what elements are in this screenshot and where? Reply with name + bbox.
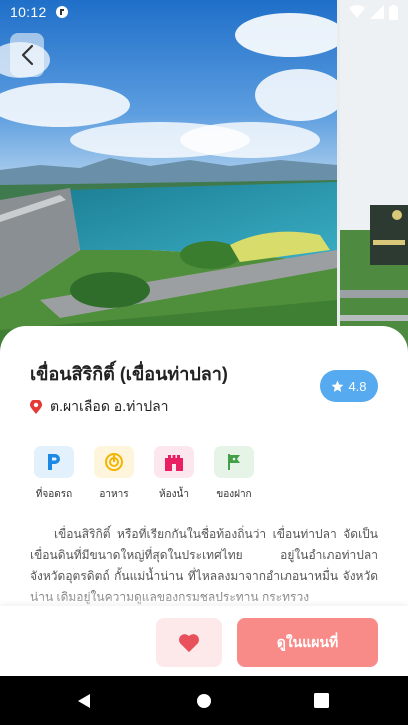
place-detail-card: เขื่อนสิริกิติ์ (เขื่อนท่าปลา) ต.ผาเลือด…: [0, 326, 408, 616]
wifi-icon: [349, 5, 365, 18]
system-navigation-bar: [0, 676, 408, 725]
nav-recents-icon[interactable]: [314, 693, 329, 708]
facility-parking: ที่จอดรถ: [24, 446, 84, 502]
photo-gallery[interactable]: [0, 0, 408, 350]
status-time: 10:12: [10, 4, 47, 20]
facility-label: อาหาร: [99, 489, 129, 500]
status-bar: 10:12: [0, 0, 408, 24]
facility-label: ของฝาก: [216, 489, 252, 500]
chevron-left-icon: [21, 44, 34, 66]
restroom-icon: [154, 446, 194, 478]
location-text: ต.ผาเลือด อ.ท่าปลา: [50, 398, 169, 414]
back-button[interactable]: [10, 33, 44, 77]
place-location: ต.ผาเลือด อ.ท่าปลา: [30, 396, 169, 418]
rating-badge: 4.8: [320, 370, 378, 402]
next-photo-preview[interactable]: [340, 0, 408, 350]
food-icon: [94, 446, 134, 478]
favorite-button[interactable]: [156, 618, 222, 667]
location-pin-icon: [30, 400, 42, 414]
place-title: เขื่อนสิริกิติ์ (เขื่อนท่าปลา): [30, 364, 228, 384]
souvenir-icon: [214, 446, 254, 478]
facility-food: อาหาร: [84, 446, 144, 502]
dam-lake-photo: [0, 0, 337, 350]
heart-icon: [179, 633, 199, 652]
facility-restroom: ห้องน้ำ: [144, 446, 204, 502]
facility-list: ที่จอดรถ อาหาร ห้องน้ำ ของฝาก: [24, 446, 264, 502]
notification-icon: [55, 6, 68, 18]
facility-label: ห้องน้ำ: [159, 489, 189, 500]
nav-back-icon[interactable]: [76, 693, 92, 709]
parking-icon: [34, 446, 74, 478]
facility-label: ที่จอดรถ: [35, 489, 73, 500]
battery-icon: [389, 4, 398, 20]
bottom-action-bar: ดูในแผนที่: [0, 606, 408, 676]
rating-value: 4.8: [348, 378, 367, 394]
facility-souvenir: ของฝาก: [204, 446, 264, 502]
signal-icon: [370, 5, 384, 19]
view-on-map-button[interactable]: ดูในแผนที่: [237, 618, 378, 667]
nav-home-icon[interactable]: [196, 693, 212, 709]
star-icon: [331, 380, 344, 392]
